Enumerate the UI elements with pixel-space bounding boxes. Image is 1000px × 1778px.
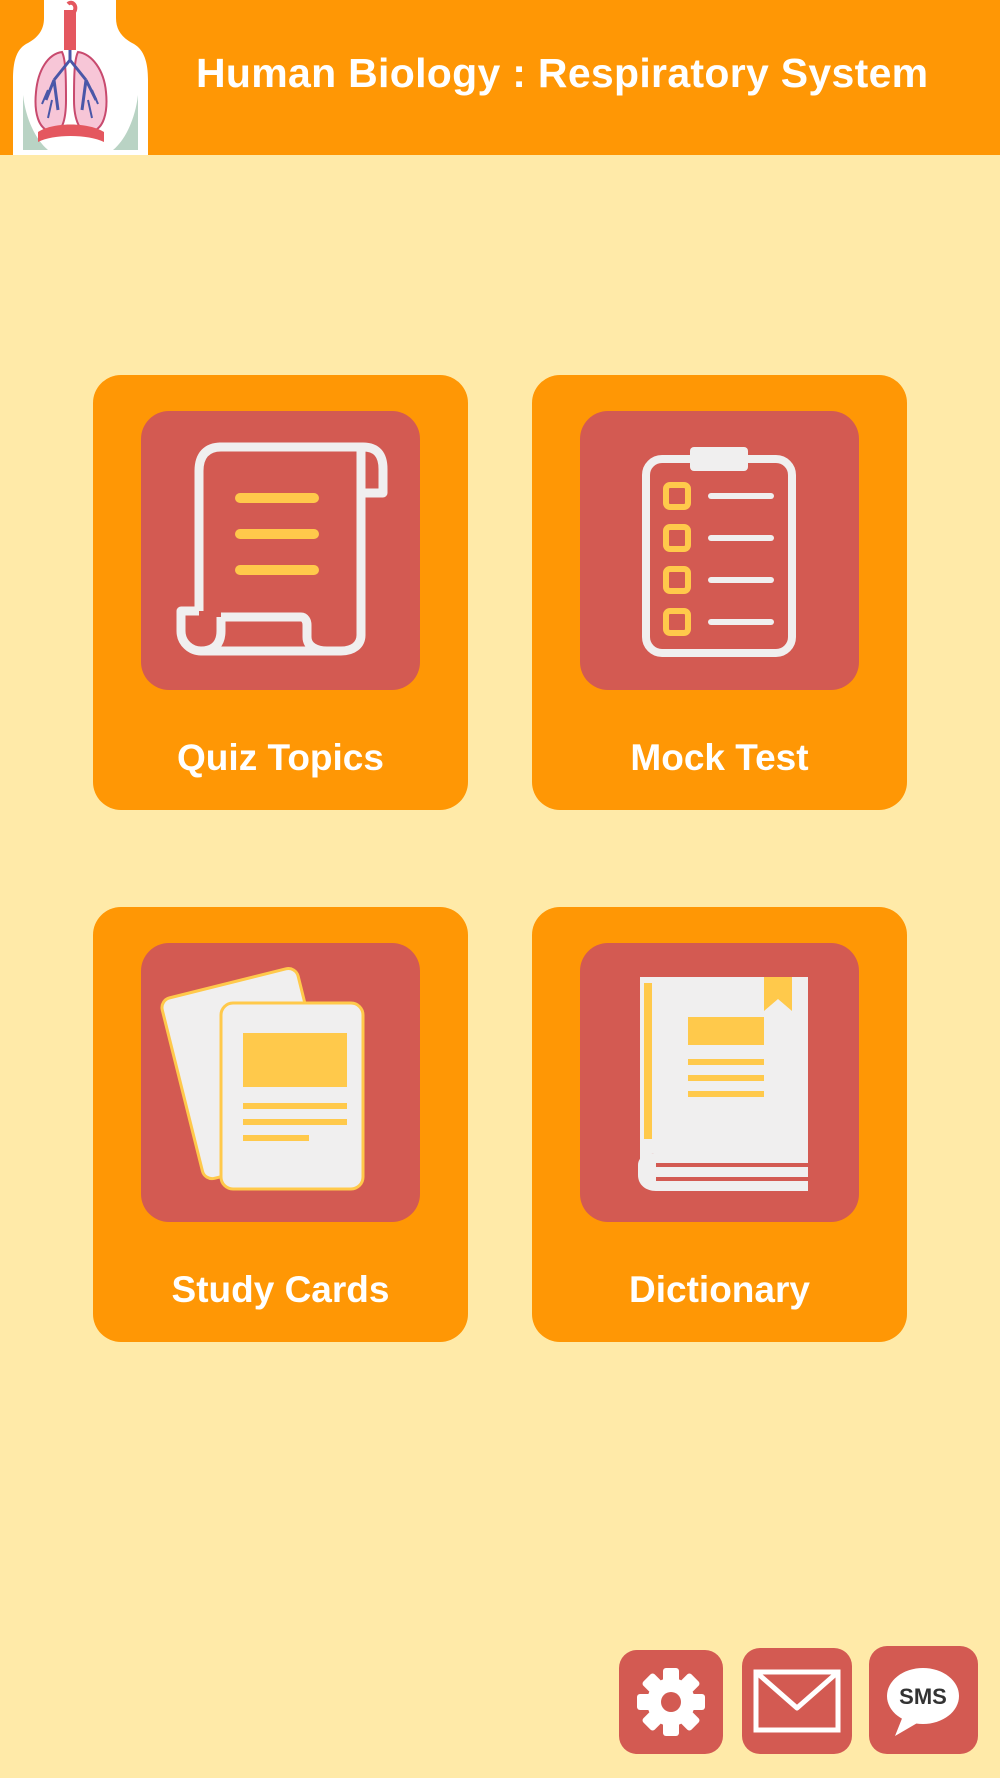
- gear-icon: [637, 1668, 705, 1736]
- mock-test-button[interactable]: Mock Test: [532, 375, 907, 810]
- sms-icon: SMS: [887, 1668, 959, 1736]
- flash-cards-icon: [141, 943, 420, 1222]
- app-header: Human Biology : Respiratory System: [0, 0, 1000, 155]
- mock-test-label: Mock Test: [630, 737, 809, 778]
- quiz-topics-button[interactable]: Quiz Topics: [93, 375, 468, 810]
- sms-button[interactable]: SMS: [869, 1646, 978, 1754]
- sms-label: SMS: [899, 1684, 947, 1709]
- quiz-topics-label: Quiz Topics: [177, 737, 384, 778]
- study-cards-label: Study Cards: [171, 1269, 390, 1310]
- page-title: Human Biology : Respiratory System: [196, 50, 929, 96]
- respiratory-system-logo: [8, 0, 148, 155]
- study-cards-button[interactable]: Study Cards: [93, 907, 468, 1342]
- settings-button[interactable]: [619, 1650, 723, 1754]
- mail-button[interactable]: [742, 1648, 852, 1754]
- dictionary-label: Dictionary: [629, 1269, 810, 1310]
- mail-icon: [753, 1669, 841, 1733]
- book-icon: [580, 943, 859, 1222]
- dictionary-button[interactable]: Dictionary: [532, 907, 907, 1342]
- clipboard-checklist-icon: [580, 411, 859, 690]
- scroll-icon: [141, 411, 420, 690]
